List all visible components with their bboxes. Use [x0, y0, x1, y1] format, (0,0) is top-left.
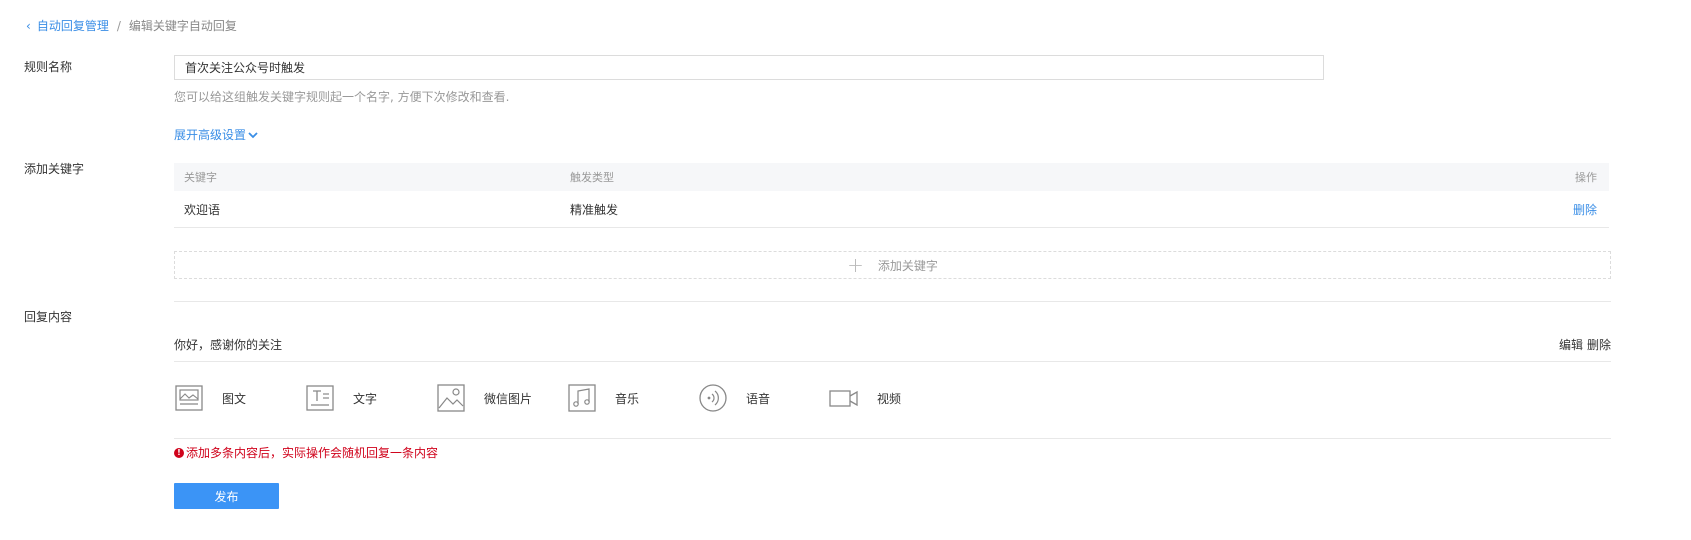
- advanced-settings-label: 展开高级设置: [174, 128, 247, 142]
- chevron-down-icon: [248, 131, 258, 138]
- voice-icon: [698, 383, 728, 413]
- reply-type-video[interactable]: 视频: [829, 383, 960, 413]
- column-header-keyword: 关键字: [184, 171, 217, 184]
- edit-reply-button[interactable]: 编辑: [1559, 338, 1583, 352]
- add-keyword-button[interactable]: + 添加关键字: [174, 251, 1611, 279]
- breadcrumb-separator: /: [116, 18, 121, 33]
- reply-type-toolbar: 图文 文字 微信图片 音乐 语音 视频: [174, 383, 960, 413]
- rule-name-input[interactable]: 首次关注公众号时触发: [174, 55, 1324, 80]
- reply-type-label: 语音: [746, 391, 771, 406]
- reply-type-image-text[interactable]: 图文: [174, 383, 305, 413]
- music-icon: [567, 383, 597, 413]
- breadcrumb: ‹ 自动回复管理 / 编辑关键字自动回复: [26, 17, 237, 34]
- add-keyword-label: 添加关键字: [877, 258, 938, 273]
- advanced-settings-toggle[interactable]: 展开高级设置: [174, 126, 258, 143]
- column-header-trigger: 触发类型: [570, 171, 614, 184]
- reply-type-label: 视频: [877, 391, 902, 406]
- chevron-left-icon[interactable]: ‹: [26, 19, 31, 33]
- reply-type-label: 图文: [222, 391, 247, 406]
- warning-text: 添加多条内容后，实际操作会随机回复一条内容: [186, 446, 439, 460]
- text-icon: [305, 383, 335, 413]
- reply-type-label: 音乐: [615, 391, 640, 406]
- keyword-cell: 欢迎语: [184, 202, 221, 217]
- rule-name-label: 规则名称: [24, 60, 73, 74]
- table-row: 欢迎语 精准触发 删除: [174, 191, 1609, 228]
- keywords-table: 关键字 触发类型 操作 欢迎语 精准触发 删除: [174, 163, 1609, 228]
- rule-name-hint: 您可以给这组触发关键字规则起一个名字, 方便下次修改和查看.: [174, 90, 510, 104]
- reply-content-text: 你好，感谢你的关注: [174, 338, 283, 352]
- column-header-action: 操作: [1575, 171, 1597, 184]
- reply-content-label: 回复内容: [24, 310, 73, 324]
- reply-type-picture[interactable]: 微信图片: [436, 383, 567, 413]
- keywords-label: 添加关键字: [24, 162, 85, 176]
- section-divider: [174, 301, 1611, 302]
- keywords-table-header: 关键字 触发类型 操作: [174, 163, 1609, 191]
- reply-type-label: 文字: [353, 391, 378, 406]
- breadcrumb-parent-link[interactable]: 自动回复管理: [37, 17, 109, 34]
- random-reply-warning: ! 添加多条内容后，实际操作会随机回复一条内容: [174, 444, 438, 461]
- rule-name-value: 首次关注公众号时触发: [185, 61, 306, 75]
- reply-type-text[interactable]: 文字: [305, 383, 436, 413]
- alert-icon: !: [174, 447, 184, 458]
- trigger-type-cell[interactable]: 精准触发: [570, 201, 618, 218]
- reply-actions: 编辑 删除: [1555, 336, 1611, 353]
- delete-reply-button[interactable]: 删除: [1587, 338, 1611, 352]
- delete-keyword-button[interactable]: 删除: [1573, 201, 1597, 218]
- publish-button[interactable]: 发布: [174, 483, 279, 509]
- image-text-icon: [174, 383, 204, 413]
- reply-type-music[interactable]: 音乐: [567, 383, 698, 413]
- types-divider: [174, 438, 1611, 439]
- video-icon: [829, 383, 859, 413]
- reply-type-voice[interactable]: 语音: [698, 383, 829, 413]
- picture-icon: [436, 383, 466, 413]
- reply-divider: [174, 361, 1611, 362]
- breadcrumb-current: 编辑关键字自动回复: [128, 19, 237, 33]
- reply-type-label: 微信图片: [484, 391, 533, 406]
- plus-icon: +: [847, 253, 864, 277]
